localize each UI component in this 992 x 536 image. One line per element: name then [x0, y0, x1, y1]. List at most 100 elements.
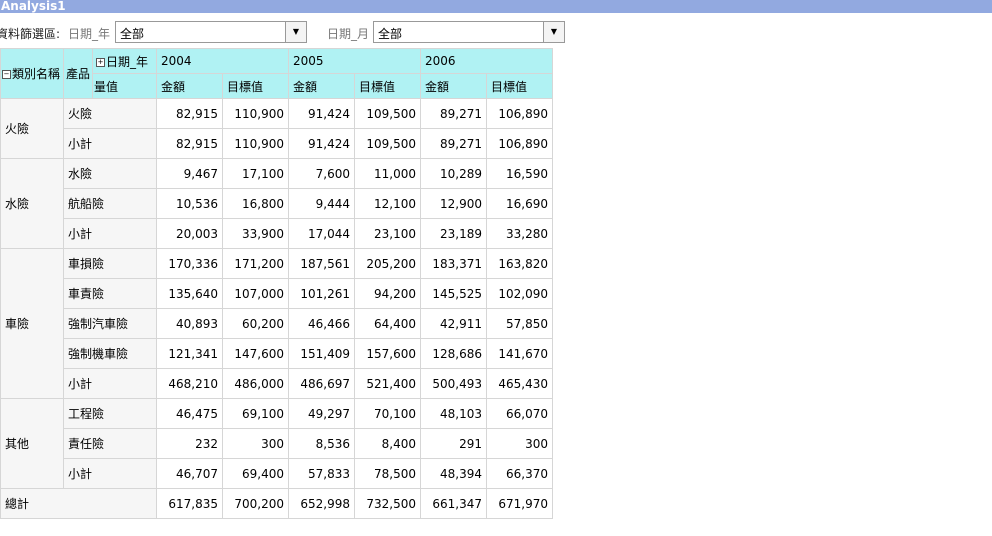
year-header-2006[interactable]: 2006 — [420, 48, 554, 74]
target-value-cell: 94,200 — [354, 278, 422, 309]
product-cell[interactable]: 車責險 — [62, 278, 158, 309]
filter-bar: 資料篩選區: 日期_年 全部 ▼ 日期_月 全部 ▼ — [0, 20, 992, 44]
grand-total-value-cell: 700,200 — [222, 488, 290, 519]
amount-value-cell: 23,189 — [420, 218, 488, 249]
target-value-cell: 106,890 — [486, 98, 554, 129]
amount-value-cell: 128,686 — [420, 338, 488, 369]
column-field-label: 日期_年 — [106, 54, 149, 69]
measure-field-label: 量值 — [92, 73, 158, 99]
month-filter-value: 全部 — [378, 27, 403, 41]
measure-header-amount: 金額 — [288, 73, 356, 99]
amount-value-cell: 10,536 — [156, 188, 224, 219]
target-value-cell: 171,200 — [222, 248, 290, 279]
amount-value-cell: 42,911 — [420, 308, 488, 339]
row-field-product-header[interactable]: 產品 — [62, 48, 94, 99]
target-value-cell: 78,500 — [354, 458, 422, 489]
target-value-cell: 64,400 — [354, 308, 422, 339]
target-value-cell: 109,500 — [354, 98, 422, 129]
target-value-cell: 11,000 — [354, 158, 422, 189]
amount-value-cell: 121,341 — [156, 338, 224, 369]
target-value-cell: 147,600 — [222, 338, 290, 369]
product-cell[interactable]: 水險 — [62, 158, 158, 189]
amount-value-cell: 10,289 — [420, 158, 488, 189]
table-row: 小計 20,003 33,900 17,044 23,100 23,189 33,280 — [1, 218, 554, 249]
year-filter-value: 全部 — [120, 27, 145, 41]
amount-value-cell: 91,424 — [288, 98, 356, 129]
target-value-cell: 8,400 — [354, 428, 422, 459]
expand-icon[interactable]: + — [96, 57, 106, 67]
row-field-category-header[interactable]: − 類別名稱 — [0, 48, 64, 99]
chevron-down-icon[interactable]: ▼ — [543, 22, 564, 42]
table-row: 車險 車損險 170,336 171,200 187,561 205,200 183,371… — [0, 248, 554, 399]
target-value-cell: 465,430 — [486, 368, 554, 399]
table-row: 小計 82,915 110,900 91,424 109,500 89,271 106,89… — [1, 128, 554, 159]
grand-total-value-cell: 617,835 — [156, 488, 224, 519]
target-value-cell: 110,900 — [222, 98, 290, 129]
target-value-cell: 521,400 — [354, 368, 422, 399]
category-cell[interactable]: 其他 — [0, 398, 64, 489]
year-header-2004[interactable]: 2004 — [156, 48, 290, 74]
amount-value-cell: 46,466 — [288, 308, 356, 339]
product-cell[interactable]: 航船險 — [62, 188, 158, 219]
target-value-cell: 110,900 — [222, 128, 290, 159]
grand-total-value-cell: 671,970 — [486, 488, 554, 519]
amount-value-cell: 89,271 — [420, 98, 488, 129]
category-cell[interactable]: 火險 — [0, 98, 64, 159]
product-cell[interactable]: 強制機車險 — [62, 338, 158, 369]
amount-value-cell: 46,707 — [156, 458, 224, 489]
product-cell[interactable]: 強制汽車險 — [62, 308, 158, 339]
grand-total-row: 總計 617,835 700,200 652,998 732,500 661,347 671… — [0, 488, 554, 519]
window-title: Analysis1 — [0, 0, 992, 13]
amount-value-cell: 48,103 — [420, 398, 488, 429]
category-cell[interactable]: 水險 — [0, 158, 64, 249]
amount-value-cell: 89,271 — [420, 128, 488, 159]
product-cell[interactable]: 責任險 — [62, 428, 158, 459]
amount-value-cell: 187,561 — [288, 248, 356, 279]
target-value-cell: 300 — [222, 428, 290, 459]
category-cell[interactable]: 車險 — [0, 248, 64, 399]
target-value-cell: 12,100 — [354, 188, 422, 219]
table-row: 強制汽車險 40,893 60,200 46,466 64,400 42,911 57,85… — [1, 308, 554, 339]
target-value-cell: 16,690 — [486, 188, 554, 219]
amount-value-cell: 82,915 — [156, 98, 224, 129]
target-value-cell: 69,400 — [222, 458, 290, 489]
collapse-icon[interactable]: − — [2, 70, 11, 79]
amount-value-cell: 500,493 — [420, 368, 488, 399]
target-value-cell: 33,280 — [486, 218, 554, 249]
target-value-cell: 57,850 — [486, 308, 554, 339]
year-header-2005[interactable]: 2005 — [288, 48, 422, 74]
product-cell[interactable]: 火險 — [62, 98, 158, 129]
measure-header-target: 目標值 — [222, 73, 290, 99]
amount-value-cell: 82,915 — [156, 128, 224, 159]
table-row: 火險 火險 82,915 110,900 91,424 109,500 89,271 106,… — [0, 98, 554, 159]
amount-value-cell: 232 — [156, 428, 224, 459]
amount-value-cell: 101,261 — [288, 278, 356, 309]
table-row: 航船險 10,536 16,800 9,444 12,100 12,900 16,690 — [1, 188, 554, 219]
amount-value-cell: 8,536 — [288, 428, 356, 459]
product-cell[interactable]: 小計 — [62, 218, 158, 249]
product-cell[interactable]: 小計 — [62, 458, 158, 489]
target-value-cell: 17,100 — [222, 158, 290, 189]
amount-value-cell: 17,044 — [288, 218, 356, 249]
table-row: 小計 46,707 69,400 57,833 78,500 48,394 66,370 — [1, 458, 554, 489]
column-field-header[interactable]: + 日期_年 — [92, 48, 157, 74]
product-cell[interactable]: 小計 — [62, 368, 158, 399]
product-cell[interactable]: 小計 — [62, 128, 158, 159]
grand-total-value-cell: 732,500 — [354, 488, 422, 519]
amount-value-cell: 486,697 — [288, 368, 356, 399]
amount-value-cell: 57,833 — [288, 458, 356, 489]
measure-header-target: 目標值 — [354, 73, 422, 99]
product-cell[interactable]: 工程險 — [62, 398, 158, 429]
target-value-cell: 66,370 — [486, 458, 554, 489]
table-row: 責任險 232 300 8,536 8,400 291 300 — [1, 428, 554, 459]
grand-total-value-cell: 661,347 — [420, 488, 488, 519]
month-filter-dropdown[interactable]: 全部 ▼ — [373, 21, 565, 43]
amount-value-cell: 145,525 — [420, 278, 488, 309]
amount-value-cell: 48,394 — [420, 458, 488, 489]
chevron-down-icon[interactable]: ▼ — [285, 22, 306, 42]
amount-value-cell: 170,336 — [156, 248, 224, 279]
table-row: 小計 468,210 486,000 486,697 521,400 500,493 465… — [1, 368, 554, 399]
target-value-cell: 163,820 — [486, 248, 554, 279]
year-filter-dropdown[interactable]: 全部 ▼ — [115, 21, 307, 43]
product-cell[interactable]: 車損險 — [62, 248, 158, 279]
